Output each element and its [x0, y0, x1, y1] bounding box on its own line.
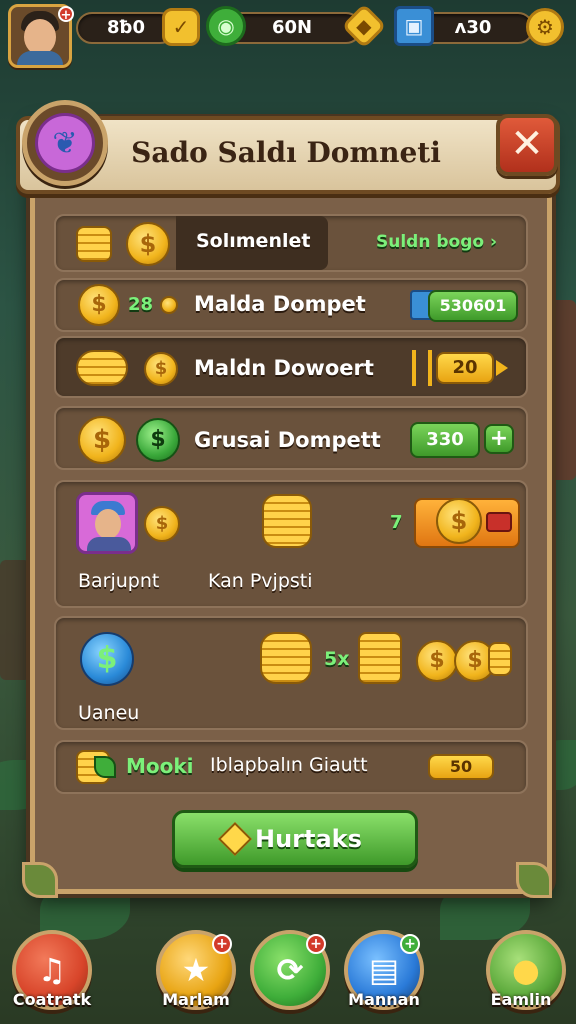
- close-button[interactable]: ✕: [496, 114, 558, 176]
- coin-icon: $: [436, 498, 482, 544]
- nav-label-2: Marlam: [162, 990, 230, 1009]
- row-1-label: Solımenlet: [196, 230, 311, 252]
- avatar-shirt: [17, 51, 63, 65]
- row-5-left-label: Barjupnt: [78, 570, 160, 592]
- character-portrait[interactable]: [76, 492, 138, 554]
- row-1-link[interactable]: Suldn bogo ›: [376, 232, 497, 252]
- row-7-label: Iblapbalın Giautt: [210, 754, 368, 776]
- energy-box-icon[interactable]: ▣: [394, 6, 434, 46]
- blue-dollar-coin-icon: $: [80, 632, 134, 686]
- coin-stack-icon: [76, 226, 112, 262]
- coin-stack-icon: [358, 632, 402, 684]
- add-button[interactable]: +: [484, 424, 514, 454]
- wallet-row-7[interactable]: Mooki Iblapbalın Giautt 50: [54, 740, 528, 794]
- wallet-row-4[interactable]: $ $ Grusai Dompett 330 +: [54, 406, 528, 470]
- coin-icon: $: [78, 284, 120, 326]
- panel-corner-ornament: [516, 862, 552, 898]
- ticket-gate-icon: [412, 350, 432, 386]
- wallet-row-5[interactable]: $ 7 $ Barjupnt Kan Pvjpsti: [54, 480, 528, 608]
- nav-badge-refresh: +: [306, 934, 326, 954]
- red-gem-icon: [486, 512, 512, 532]
- nav-label-1: Coatratk: [12, 990, 92, 1009]
- coin-stack-icon: [262, 494, 312, 548]
- nav-label-4: Mannan: [348, 990, 420, 1009]
- wallet-row-3[interactable]: $ Maldn Dowoert 20: [54, 336, 528, 398]
- arrow-right-icon: [496, 360, 508, 376]
- panel-emblem: ❦: [22, 100, 108, 186]
- bird-emblem-icon: ❦: [35, 113, 95, 173]
- ticket-icon: ▤: [368, 951, 400, 989]
- portrait-body: [87, 537, 131, 551]
- row-6-multiplier: 5x: [324, 648, 350, 670]
- row-5-mid-label: Kan Pvjpsti: [208, 570, 313, 592]
- hurtaks-label: Hurtaks: [255, 825, 362, 853]
- star-icon: ★: [181, 951, 211, 989]
- lemon-icon: ●: [512, 951, 540, 989]
- wallet-row-6[interactable]: $ Uaneu 5x $ $: [54, 616, 528, 730]
- row-2-label: Malda Dompet: [194, 292, 366, 316]
- nav-label-5: Eamlin: [490, 990, 552, 1009]
- green-leaf-icon: [94, 756, 116, 778]
- green-gem-icon[interactable]: ◉: [206, 6, 246, 46]
- coin-icon: $: [416, 640, 458, 682]
- avatar-face: [24, 19, 56, 55]
- music-note-icon: ♫: [37, 951, 67, 989]
- resource-gold-value: 8ƀ0: [107, 17, 145, 38]
- settings-gear-icon[interactable]: ⚙: [526, 8, 564, 46]
- background-tree-trunk: [548, 300, 576, 480]
- row-7-value: 50: [428, 754, 494, 780]
- resource-gems-value: 60N: [271, 17, 313, 38]
- green-coin-icon: $: [136, 418, 180, 462]
- row-6-label: Uaneu: [78, 702, 140, 724]
- coin-icon: $: [144, 506, 180, 542]
- wallet-row-1[interactable]: $ Solımenlet Suldn bogo ›: [54, 214, 528, 272]
- row-3-label: Maldn Dowoert: [194, 356, 374, 380]
- top-resource-bar: + 8ƀ0 ✓ 60N ◉ ◆ ʌ30 ▣ ⚙: [0, 0, 576, 68]
- refresh-icon: ⟳: [276, 951, 304, 989]
- wallet-row-2[interactable]: $ 28 Malda Dompet 530601: [54, 278, 528, 332]
- nav-badge-star: +: [212, 934, 232, 954]
- coin-icon: $: [78, 416, 126, 464]
- resource-bar-gold: 8ƀ0: [76, 12, 176, 44]
- background-tree-trunk: [0, 560, 30, 680]
- row-3-value: 20: [436, 352, 494, 384]
- coin-icon: $: [144, 352, 178, 386]
- row-2-count: 28: [128, 294, 154, 315]
- avatar-notification-badge[interactable]: +: [58, 6, 74, 23]
- row-4-label: Grusai Dompett: [194, 428, 381, 452]
- check-icon[interactable]: ✓: [162, 8, 200, 46]
- row-5-number: 7: [390, 512, 403, 533]
- diamond-icon: [218, 822, 252, 856]
- panel-corner-ornament: [22, 862, 58, 898]
- coin-stack-icon: [488, 642, 512, 676]
- coin-stack-icon: [260, 632, 312, 684]
- coin-pile-icon: [76, 350, 128, 386]
- small-coin-icon: [160, 296, 178, 314]
- hurtaks-button[interactable]: Hurtaks: [172, 810, 418, 868]
- resource-energy-value: ʌ30: [454, 17, 492, 38]
- row-7-tag: Mooki: [126, 754, 194, 778]
- portrait-face: [95, 509, 121, 539]
- panel-title: Sado Saldı Domneti: [131, 136, 441, 169]
- row-4-value: 330: [410, 422, 480, 458]
- coin-icon: $: [126, 222, 170, 266]
- nav-badge-ticket: +: [400, 934, 420, 954]
- row-2-value: 530601: [428, 290, 518, 322]
